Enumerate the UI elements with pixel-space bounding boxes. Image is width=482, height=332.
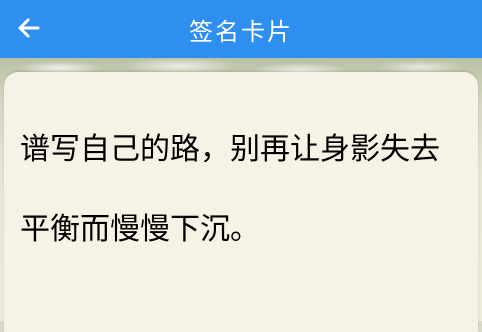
signature-card: 谱写自己的路，别再让身影失去平衡而慢慢下沉。 bbox=[4, 72, 478, 332]
signature-text: 谱写自己的路，别再让身影失去平衡而慢慢下沉。 bbox=[20, 132, 440, 247]
back-button[interactable] bbox=[8, 7, 50, 49]
page-title: 签名卡片 bbox=[189, 17, 293, 46]
back-arrow-icon bbox=[18, 18, 40, 38]
app-bar: 签名卡片 bbox=[0, 0, 482, 58]
